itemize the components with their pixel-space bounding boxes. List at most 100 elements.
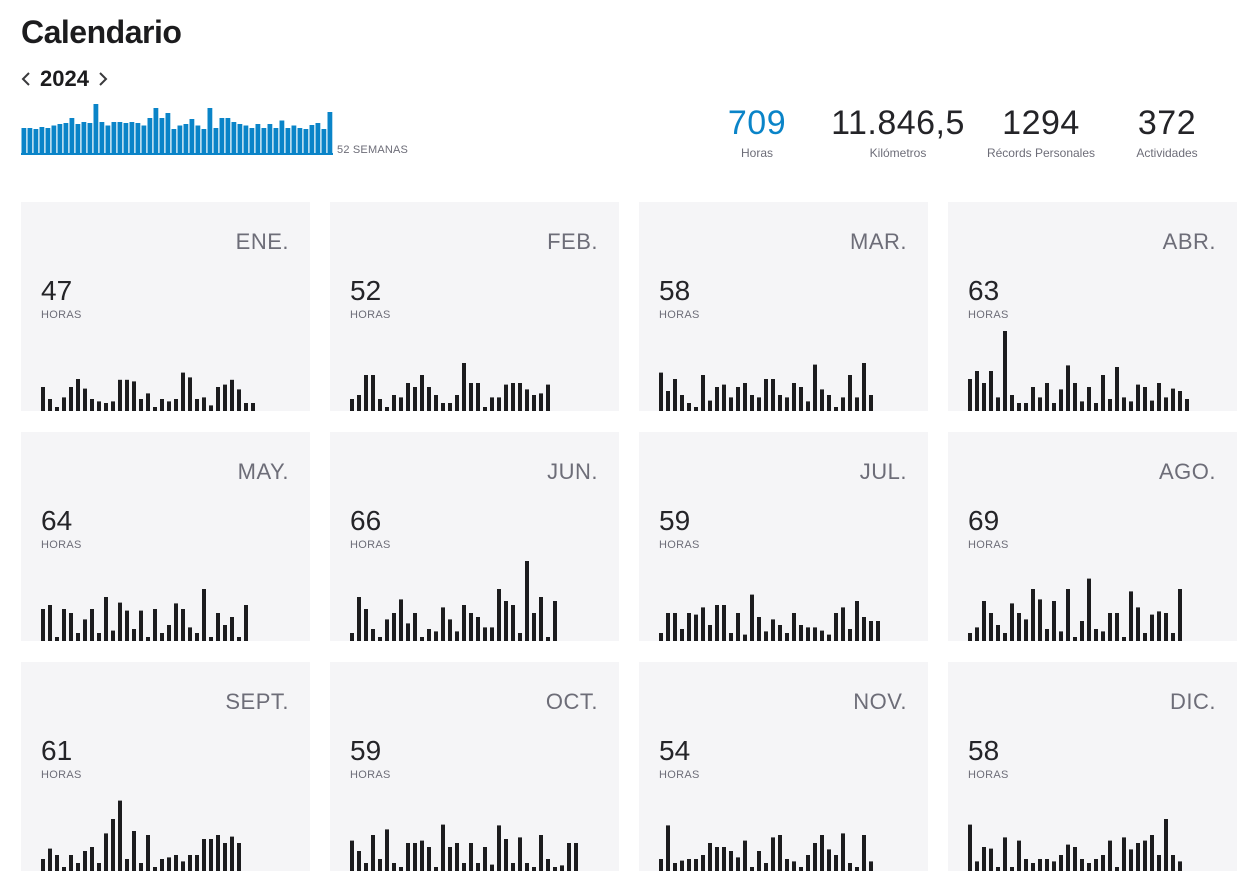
week-bar[interactable] <box>225 118 231 153</box>
week-bar[interactable] <box>261 128 267 153</box>
week-bar[interactable] <box>285 128 291 153</box>
month-card[interactable]: FEB. 52 HORAS <box>330 202 619 411</box>
stat-personal-records-value: 1294 <box>1002 104 1080 142</box>
day-bar <box>1129 401 1133 411</box>
month-card[interactable]: JUL. 59 HORAS <box>639 432 928 641</box>
month-card[interactable]: MAR. 58 HORAS <box>639 202 928 411</box>
week-bar[interactable] <box>105 125 111 154</box>
week-bar[interactable] <box>243 125 249 154</box>
week-bar[interactable] <box>177 125 183 154</box>
week-bar[interactable] <box>39 127 45 153</box>
week-bar[interactable] <box>135 123 141 153</box>
week-bar[interactable] <box>129 122 135 153</box>
month-card[interactable]: AGO. 69 HORAS <box>948 432 1237 641</box>
chevron-right-icon[interactable] <box>95 64 111 94</box>
week-bar[interactable] <box>297 128 303 153</box>
month-card[interactable]: SEPT. 61 HORAS <box>21 662 310 871</box>
week-bar[interactable] <box>111 122 117 153</box>
week-bar[interactable] <box>279 120 285 154</box>
day-bar <box>139 610 143 641</box>
week-bar[interactable] <box>27 128 33 153</box>
week-bar[interactable] <box>255 124 261 153</box>
week-bar[interactable] <box>21 128 27 153</box>
day-bar <box>111 401 115 411</box>
week-bar[interactable] <box>87 123 93 153</box>
week-bar[interactable] <box>153 108 159 153</box>
week-bar[interactable] <box>231 122 237 153</box>
week-bar[interactable] <box>267 124 273 153</box>
day-bar <box>427 629 431 641</box>
day-bar <box>146 393 150 411</box>
month-card[interactable]: ABR. 63 HORAS <box>948 202 1237 411</box>
week-bar[interactable] <box>69 118 75 153</box>
week-bar[interactable] <box>63 123 69 153</box>
week-bar[interactable] <box>315 123 321 153</box>
week-bar[interactable] <box>99 122 105 153</box>
week-bar[interactable] <box>189 119 195 153</box>
week-bar[interactable] <box>201 129 207 153</box>
day-bar <box>778 395 782 411</box>
week-bar[interactable] <box>207 108 213 153</box>
day-bar <box>350 840 354 871</box>
week-bar[interactable] <box>249 128 255 153</box>
month-card[interactable]: ENE. 47 HORAS <box>21 202 310 411</box>
month-card[interactable]: NOV. 54 HORAS <box>639 662 928 871</box>
week-bar[interactable] <box>321 129 327 153</box>
day-bar <box>673 613 677 641</box>
week-bar[interactable] <box>219 118 225 153</box>
week-bar[interactable] <box>117 122 123 153</box>
week-bar[interactable] <box>291 125 297 154</box>
day-bar <box>518 633 522 641</box>
day-bar <box>1024 619 1028 641</box>
day-bar <box>680 860 684 871</box>
day-bar <box>736 857 740 871</box>
day-bar <box>195 633 199 641</box>
week-bar[interactable] <box>237 124 243 153</box>
week-bar[interactable] <box>273 128 279 153</box>
weekly-hours-chart[interactable] <box>21 102 333 155</box>
week-bar[interactable] <box>75 124 81 153</box>
week-bar[interactable] <box>213 128 219 153</box>
day-bar <box>841 397 845 411</box>
day-bar <box>792 861 796 871</box>
chevron-left-icon[interactable] <box>18 64 34 94</box>
week-bar[interactable] <box>195 125 201 154</box>
month-card[interactable]: MAY. 64 HORAS <box>21 432 310 641</box>
week-bar[interactable] <box>309 125 315 153</box>
day-bar <box>504 384 508 411</box>
month-card[interactable]: OCT. 59 HORAS <box>330 662 619 871</box>
day-bar <box>989 613 993 641</box>
day-bar <box>392 613 396 641</box>
week-bar[interactable] <box>45 128 51 153</box>
month-card[interactable]: JUN. 66 HORAS <box>330 432 619 641</box>
week-bar[interactable] <box>57 124 63 153</box>
day-bar <box>827 395 831 411</box>
week-bar[interactable] <box>303 129 309 153</box>
day-bar <box>448 619 452 641</box>
month-card[interactable]: DIC. 58 HORAS <box>948 662 1237 871</box>
week-bar[interactable] <box>81 122 87 153</box>
week-bar[interactable] <box>159 118 165 153</box>
day-bar <box>757 851 761 871</box>
day-bar <box>1143 633 1147 641</box>
day-bar <box>230 836 234 871</box>
day-bar <box>764 863 768 871</box>
day-bar <box>975 627 979 641</box>
week-bar[interactable] <box>327 112 333 153</box>
week-bar[interactable] <box>165 113 171 153</box>
week-bar[interactable] <box>51 125 57 154</box>
day-bar <box>834 855 838 871</box>
week-bar[interactable] <box>93 104 99 153</box>
day-bar <box>806 401 810 411</box>
day-bar <box>1059 631 1063 641</box>
day-bar <box>666 391 670 411</box>
week-bar[interactable] <box>141 125 147 154</box>
day-bar <box>539 597 543 641</box>
month-name: ENE. <box>235 229 289 254</box>
week-bar[interactable] <box>183 124 189 153</box>
week-bar[interactable] <box>33 129 39 153</box>
week-bar[interactable] <box>123 123 129 153</box>
day-bar <box>673 379 677 411</box>
week-bar[interactable] <box>171 129 177 153</box>
week-bar[interactable] <box>147 118 153 153</box>
